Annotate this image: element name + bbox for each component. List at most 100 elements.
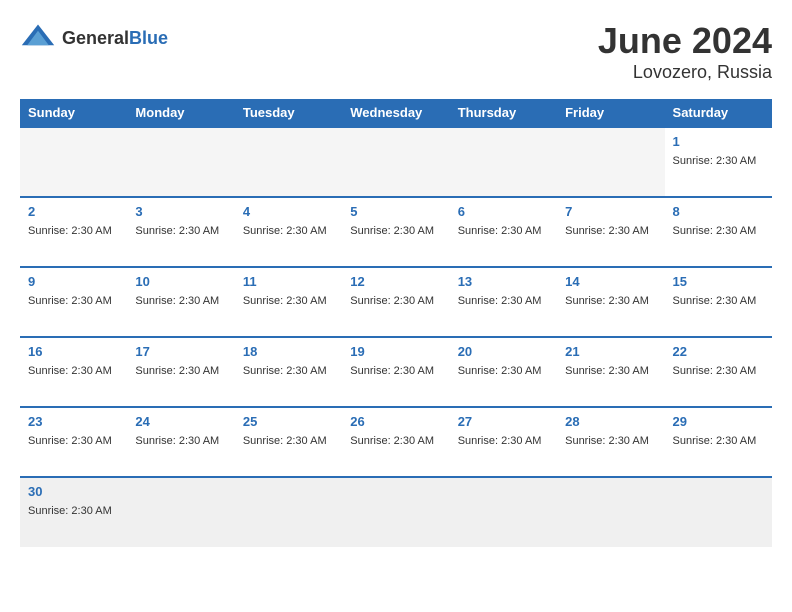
day-info: Sunrise: 2:30 AM <box>28 505 112 517</box>
calendar-cell <box>557 477 664 547</box>
calendar-week-row: 2Sunrise: 2:30 AM3Sunrise: 2:30 AM4Sunri… <box>20 197 772 267</box>
day-number: 6 <box>458 204 549 219</box>
col-saturday: Saturday <box>665 99 772 127</box>
day-number: 26 <box>350 414 441 429</box>
calendar-cell <box>557 127 664 197</box>
day-number: 2 <box>28 204 119 219</box>
day-number: 25 <box>243 414 334 429</box>
day-info: Sunrise: 2:30 AM <box>135 365 219 377</box>
calendar-cell: 12Sunrise: 2:30 AM <box>342 267 449 337</box>
logo-icon <box>20 20 56 56</box>
calendar-title: June 2024 <box>598 20 772 62</box>
calendar-cell: 17 Sunrise: 2:30 AM <box>127 337 234 407</box>
day-info: Sunrise: 2:30 AM <box>28 365 112 377</box>
calendar-cell <box>665 477 772 547</box>
day-number: 22 <box>673 344 764 359</box>
day-info: Sunrise: 2:30 AM <box>565 435 649 447</box>
calendar-cell: 1 Sunrise: 2:30 AM <box>665 127 772 197</box>
day-number: 14 <box>565 274 656 289</box>
day-number: 15 <box>673 274 764 289</box>
col-wednesday: Wednesday <box>342 99 449 127</box>
calendar-cell: 21 Sunrise: 2:30 AM <box>557 337 664 407</box>
calendar-cell: 6 Sunrise: 2:30 AM <box>450 197 557 267</box>
day-info: Sunrise: 2:30 AM <box>350 225 434 237</box>
calendar-cell: 11Sunrise: 2:30 AM <box>235 267 342 337</box>
title-area: June 2024 Lovozero, Russia <box>598 20 772 83</box>
calendar-cell <box>235 127 342 197</box>
logo: GeneralBlue <box>20 20 168 56</box>
day-info: Sunrise: 2:30 AM <box>565 225 649 237</box>
day-number: 7 <box>565 204 656 219</box>
calendar-cell: 22 Sunrise: 2:30 AM <box>665 337 772 407</box>
day-info: Sunrise: 2:30 AM <box>350 435 434 447</box>
day-info: Sunrise: 2:30 AM <box>673 365 757 377</box>
day-info: Sunrise: 2:30 AM <box>350 295 434 307</box>
calendar-cell <box>342 127 449 197</box>
calendar-cell: 2 Sunrise: 2:30 AM <box>20 197 127 267</box>
calendar-cell: 9 Sunrise: 2:30 AM <box>20 267 127 337</box>
calendar-cell: 20 Sunrise: 2:30 AM <box>450 337 557 407</box>
calendar-cell: 13 Sunrise: 2:30 AM <box>450 267 557 337</box>
day-number: 9 <box>28 274 119 289</box>
calendar-cell: 8Sunrise: 2:30 AM <box>665 197 772 267</box>
calendar-week-row: 1 Sunrise: 2:30 AM <box>20 127 772 197</box>
logo-text: GeneralBlue <box>62 28 168 49</box>
calendar-cell: 27Sunrise: 2:30 AM <box>450 407 557 477</box>
day-info: Sunrise: 2:30 AM <box>28 295 112 307</box>
calendar-cell: 5Sunrise: 2:30 AM <box>342 197 449 267</box>
day-number: 18 <box>243 344 334 359</box>
day-info: Sunrise: 2:30 AM <box>243 435 327 447</box>
day-info: Sunrise: 2:30 AM <box>458 225 542 237</box>
calendar-cell: 25 Sunrise: 2:30 AM <box>235 407 342 477</box>
calendar-cell <box>450 477 557 547</box>
calendar-cell: 4 Sunrise: 2:30 AM <box>235 197 342 267</box>
day-info: Sunrise: 2:30 AM <box>673 435 757 447</box>
day-number: 20 <box>458 344 549 359</box>
calendar-cell: 30 Sunrise: 2:30 AM <box>20 477 127 547</box>
day-info: Sunrise: 2:30 AM <box>458 295 542 307</box>
calendar-cell: 14 Sunrise: 2:30 AM <box>557 267 664 337</box>
calendar-cell <box>450 127 557 197</box>
logo-blue: Blue <box>129 28 168 48</box>
calendar-cell <box>342 477 449 547</box>
page-header: GeneralBlue June 2024 Lovozero, Russia <box>20 20 772 83</box>
calendar-cell: 26 Sunrise: 2:30 AM <box>342 407 449 477</box>
calendar-cell: 3Sunrise: 2:30 AM <box>127 197 234 267</box>
day-number: 21 <box>565 344 656 359</box>
calendar-cell: 19Sunrise: 2:30 AM <box>342 337 449 407</box>
day-info: Sunrise: 2:30 AM <box>28 225 112 237</box>
day-number: 3 <box>135 204 226 219</box>
day-number: 16 <box>28 344 119 359</box>
calendar-cell <box>127 127 234 197</box>
col-friday: Friday <box>557 99 664 127</box>
calendar-cell: 15Sunrise: 2:30 AM <box>665 267 772 337</box>
day-info: Sunrise: 2:30 AM <box>243 365 327 377</box>
col-monday: Monday <box>127 99 234 127</box>
day-info: Sunrise: 2:30 AM <box>350 365 434 377</box>
day-number: 4 <box>243 204 334 219</box>
day-info: Sunrise: 2:30 AM <box>28 435 112 447</box>
day-number: 17 <box>135 344 226 359</box>
calendar-week-row: 9Sunrise: 2:30 AM10Sunrise: 2:30 AM11Sun… <box>20 267 772 337</box>
day-info: Sunrise: 2:30 AM <box>565 365 649 377</box>
day-info: Sunrise: 2:30 AM <box>135 435 219 447</box>
day-info: Sunrise: 2:30 AM <box>458 365 542 377</box>
calendar-subtitle: Lovozero, Russia <box>598 62 772 83</box>
day-number: 13 <box>458 274 549 289</box>
day-info: Sunrise: 2:30 AM <box>243 225 327 237</box>
calendar-week-row: 16 Sunrise: 2:30 AM 17 Sunrise: 2:30 AM 18 Su… <box>20 337 772 407</box>
day-number: 1 <box>673 134 764 149</box>
calendar-week-row: 23Sunrise: 2:30 AM24Sunrise: 2:30 AM25Su… <box>20 407 772 477</box>
day-info: Sunrise: 2:30 AM <box>673 155 757 167</box>
day-number: 28 <box>565 414 656 429</box>
calendar-cell: 10Sunrise: 2:30 AM <box>127 267 234 337</box>
day-number: 30 <box>28 484 119 499</box>
calendar-cell <box>20 127 127 197</box>
day-info: Sunrise: 2:30 AM <box>243 295 327 307</box>
calendar-cell: 16 Sunrise: 2:30 AM <box>20 337 127 407</box>
day-info: Sunrise: 2:30 AM <box>135 295 219 307</box>
day-number: 23 <box>28 414 119 429</box>
calendar-week-row: 30 Sunrise: 2:30 AM <box>20 477 772 547</box>
day-info: Sunrise: 2:30 AM <box>565 295 649 307</box>
day-number: 27 <box>458 414 549 429</box>
